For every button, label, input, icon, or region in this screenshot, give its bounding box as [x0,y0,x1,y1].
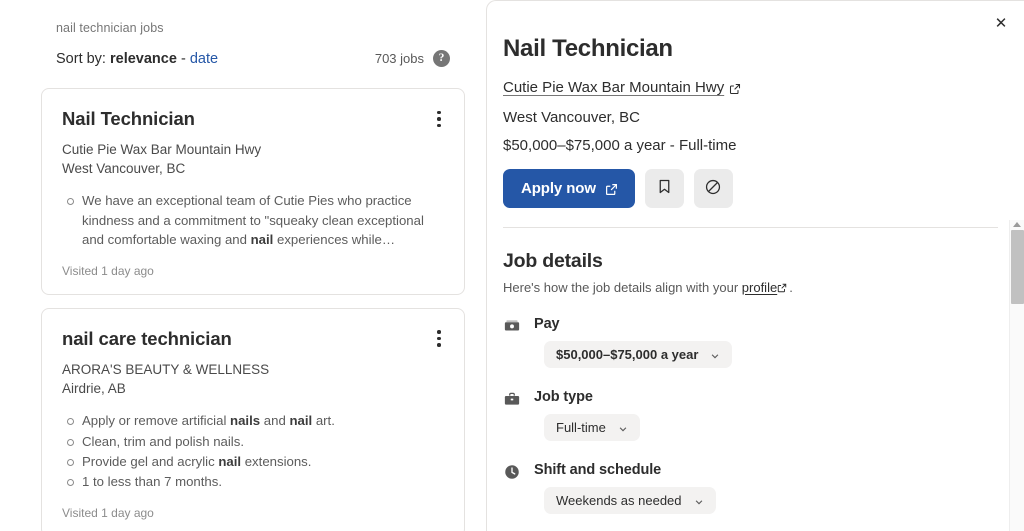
job-detail-panel: ✕ Nail Technician Cutie Pie Wax Bar Moun… [486,0,1024,531]
clock-icon [503,463,521,481]
sort-option-date[interactable]: date [190,51,218,67]
sort-by-label: Sort by: [56,50,106,67]
detail-body: Job type Full-time [534,389,998,441]
more-options-icon[interactable] [428,105,450,133]
chevron-down-icon [618,422,628,432]
external-link-icon [605,183,617,196]
pay-dropdown[interactable]: $50,000–$75,000 a year [544,340,733,368]
job-card-title[interactable]: Nail Technician [62,107,392,130]
profile-link[interactable]: profile [742,280,789,295]
job-card-location: West Vancouver, BC [62,161,186,177]
job-card-company: Cutie Pie Wax Bar Mountain Hwy [62,142,262,158]
job-card[interactable]: Nail Technician Cutie Pie Wax Bar Mounta… [41,88,465,295]
detail-block-job-type: Job type Full-time [503,389,998,441]
subtitle-text-post: . [789,279,793,295]
detail-body: Pay $50,000–$75,000 a year [534,316,998,368]
sort-row: Sort by: relevance - date 703 jobs ? [56,50,470,67]
chevron-down-icon [710,349,720,359]
apply-now-label: Apply now [521,179,596,197]
indeed-job-search-screen: nail technician jobs Sort by: relevance … [0,0,1024,531]
snippet-bullet: Apply or remove artificial nails and nai… [62,411,444,430]
detail-label-pay: Pay [534,315,560,332]
job-count-label: 703 jobs [374,51,424,66]
page-title: Nail Technician [503,35,673,62]
job-card-snippet: Apply or remove artificial nails and nai… [62,411,444,492]
scroll-up-arrow-icon[interactable] [1013,222,1021,227]
help-icon[interactable]: ? [433,50,450,67]
more-options-icon[interactable] [428,325,450,353]
close-icon[interactable]: ✕ [988,10,1014,36]
sort-by-control: Sort by: relevance - date [56,51,218,67]
detail-label-job-type: Job type [534,388,593,405]
job-card-visited: Visited 1 day ago [62,263,154,278]
detail-body: Shift and schedule Weekends as needed [534,462,998,514]
detail-label-shift-schedule: Shift and schedule [534,461,662,478]
job-card-snippet: We have an exceptional team of Cutie Pie… [62,191,444,249]
job-card-title[interactable]: nail care technician [62,327,392,350]
job-card-list: Nail Technician Cutie Pie Wax Bar Mounta… [41,88,465,531]
job-type-dropdown-value: Full-time [556,419,606,435]
apply-now-button[interactable]: Apply now [503,168,635,208]
snippet-bullet: We have an exceptional team of Cutie Pie… [62,191,444,249]
shift-schedule-dropdown[interactable]: Weekends as needed [544,486,716,514]
save-job-button[interactable] [644,168,684,208]
snippet-bullet: 1 to less than 7 months. [62,472,444,491]
bookmark-icon [656,178,673,198]
job-pay-summary: $50,000–$75,000 a year - Full-time [503,136,737,154]
panel-scrollbar[interactable] [1009,220,1024,531]
profile-link-label: profile [741,279,778,295]
job-details-heading: Job details [503,249,603,272]
money-icon [503,317,521,335]
job-details-subtitle: Here's how the job details align with yo… [503,280,998,295]
external-link-icon [777,281,789,293]
briefcase-icon [503,390,521,408]
job-detail-header: Nail Technician Cutie Pie Wax Bar Mounta… [487,1,1024,228]
not-interested-button[interactable] [693,168,733,208]
company-link[interactable]: Cutie Pie Wax Bar Mountain Hwy [503,79,741,96]
pay-dropdown-value: $50,000–$75,000 a year [556,346,699,362]
company-link-label: Cutie Pie Wax Bar Mountain Hwy [503,78,725,96]
job-card[interactable]: nail care technician ARORA'S BEAUTY & WE… [41,307,465,531]
sort-option-relevance[interactable]: relevance [110,51,177,67]
job-action-row: Apply now [503,168,998,208]
job-card-location: Airdrie, AB [62,380,126,396]
block-icon [704,178,722,199]
external-link-icon [729,82,741,95]
snippet-bullet: Provide gel and acrylic nail extensions. [62,452,444,471]
detail-block-shift-schedule: Shift and schedule Weekends as needed [503,462,998,514]
job-card-visited: Visited 1 day ago [62,505,154,520]
job-results-column: nail technician jobs Sort by: relevance … [0,0,486,531]
detail-block-pay: Pay $50,000–$75,000 a year [503,316,998,368]
shift-schedule-dropdown-value: Weekends as needed [556,492,682,508]
subtitle-text-pre: Here's how the job details align with yo… [503,279,742,295]
job-type-dropdown[interactable]: Full-time [544,413,640,441]
breadcrumb: nail technician jobs [56,21,164,35]
chevron-down-icon [694,495,704,505]
scrollbar-thumb[interactable] [1011,230,1024,304]
job-card-company: ARORA'S BEAUTY & WELLNESS [62,361,270,377]
snippet-bullet: Clean, trim and polish nails. [62,432,444,451]
job-location: West Vancouver, BC [503,108,641,126]
job-details-section: Job details Here's how the job details a… [487,228,1024,514]
results-meta: 703 jobs ? [375,50,470,67]
sort-separator: - [180,50,186,67]
